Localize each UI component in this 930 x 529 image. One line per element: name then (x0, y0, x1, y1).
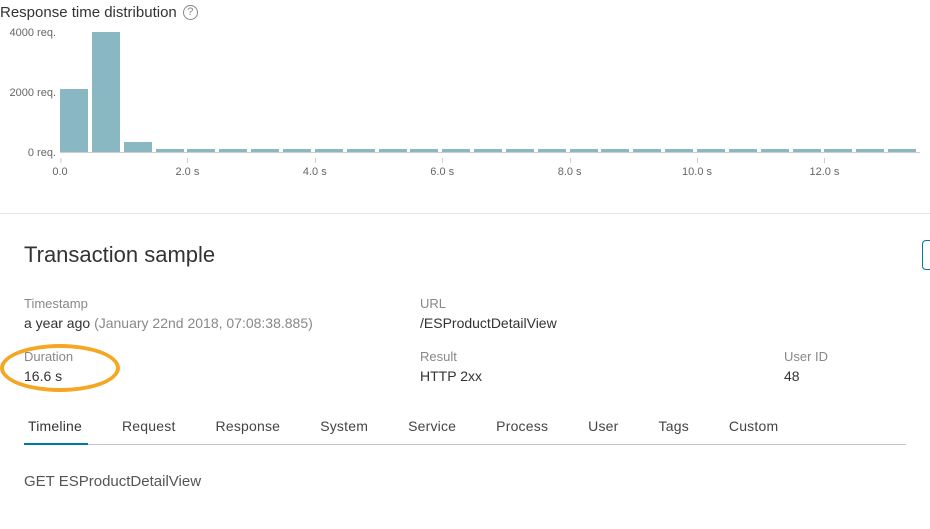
chart-bar[interactable] (538, 149, 566, 152)
tab-process[interactable]: Process (476, 408, 568, 444)
tab-system[interactable]: System (300, 408, 388, 444)
x-tick: 12.0 s (809, 158, 839, 178)
timeline-entry-title: GET ESProductDetailView (24, 445, 906, 490)
result-value: HTTP 2xx (420, 368, 784, 384)
chart-bar[interactable] (251, 149, 279, 152)
chart-bar[interactable] (824, 149, 852, 152)
chart-bar[interactable] (697, 149, 725, 152)
chart-bar[interactable] (347, 149, 375, 152)
duration-label: Duration (24, 349, 420, 364)
chart-bar[interactable] (410, 149, 438, 152)
chart-title: Response time distribution (0, 4, 177, 21)
x-tick: 10.0 s (682, 158, 712, 178)
x-tick: 8.0 s (558, 158, 582, 178)
result-label: Result (420, 349, 784, 364)
userid-label: User ID (784, 349, 904, 364)
tab-user[interactable]: User (568, 408, 638, 444)
help-icon[interactable]: ? (183, 5, 198, 20)
timestamp-main: a year ago (24, 315, 90, 331)
chart-bar[interactable] (124, 142, 152, 153)
tab-request[interactable]: Request (102, 408, 196, 444)
sample-action-button[interactable] (922, 240, 930, 270)
plot-area (60, 33, 920, 153)
chart-bar[interactable] (379, 149, 407, 152)
chart-bar[interactable] (570, 149, 598, 152)
chart-bar[interactable] (761, 149, 789, 152)
url-value: /ESProductDetailView (420, 315, 784, 331)
chart-bar[interactable] (60, 89, 88, 152)
x-tick: 2.0 s (175, 158, 199, 178)
x-tick: 4.0 s (303, 158, 327, 178)
chart-bar[interactable] (219, 149, 247, 152)
chart-bar[interactable] (888, 149, 916, 152)
chart-bar[interactable] (856, 149, 884, 152)
field-spacer (784, 296, 904, 331)
sample-tabs: TimelineRequestResponseSystemServiceProc… (24, 408, 906, 445)
y-tick: 4000 req. (10, 27, 56, 39)
x-axis: 0.02.0 s4.0 s6.0 s8.0 s10.0 s12.0 s (60, 158, 920, 178)
chart-bar[interactable] (633, 149, 661, 152)
x-tick: 0.0 (52, 158, 67, 178)
duration-value: 16.6 s (24, 368, 420, 384)
field-timestamp: Timestamp a year ago (January 22nd 2018,… (24, 296, 420, 331)
userid-value: 48 (784, 368, 904, 384)
x-tick: 6.0 s (430, 158, 454, 178)
timestamp-label: Timestamp (24, 296, 420, 311)
field-duration: Duration 16.6 s (24, 349, 420, 384)
sample-fields: Timestamp a year ago (January 22nd 2018,… (24, 296, 906, 402)
tab-custom[interactable]: Custom (709, 408, 798, 444)
chart: 0 req.2000 req.4000 req. 0.0 2.0 s 4.0 s 6.… (0, 33, 930, 183)
chart-bar[interactable] (601, 149, 629, 152)
chart-bar[interactable] (283, 149, 311, 152)
tab-timeline[interactable]: Timeline (24, 408, 102, 444)
chart-bar[interactable] (665, 149, 693, 152)
chart-bar[interactable] (474, 149, 502, 152)
chart-bar[interactable] (506, 149, 534, 152)
field-url: URL /ESProductDetailView (420, 296, 784, 331)
chart-title-row: Response time distribution ? (0, 0, 930, 33)
tab-response[interactable]: Response (196, 408, 301, 444)
y-tick: 2000 req. (10, 87, 56, 99)
chart-bar[interactable] (187, 149, 215, 152)
timestamp-sub: (January 22nd 2018, 07:08:38.885) (94, 315, 313, 331)
tab-tags[interactable]: Tags (639, 408, 709, 444)
chart-bar[interactable] (442, 149, 470, 152)
chart-bar[interactable] (92, 32, 120, 152)
transaction-sample: Transaction sample Timestamp a year ago … (0, 214, 930, 490)
chart-bar[interactable] (315, 149, 343, 152)
chart-bar[interactable] (729, 149, 757, 152)
field-userid: User ID 48 (784, 349, 904, 384)
y-axis: 0 req.2000 req.4000 req. (0, 33, 56, 153)
timestamp-value: a year ago (January 22nd 2018, 07:08:38.… (24, 315, 420, 331)
chart-bar[interactable] (793, 149, 821, 152)
chart-area: 0 req.2000 req.4000 req. 0.02.0 s4.0 s6.… (60, 33, 920, 183)
tab-service[interactable]: Service (388, 408, 476, 444)
sample-heading: Transaction sample (24, 242, 906, 268)
url-label: URL (420, 296, 784, 311)
field-result: Result HTTP 2xx (420, 349, 784, 384)
chart-bar[interactable] (156, 149, 184, 152)
